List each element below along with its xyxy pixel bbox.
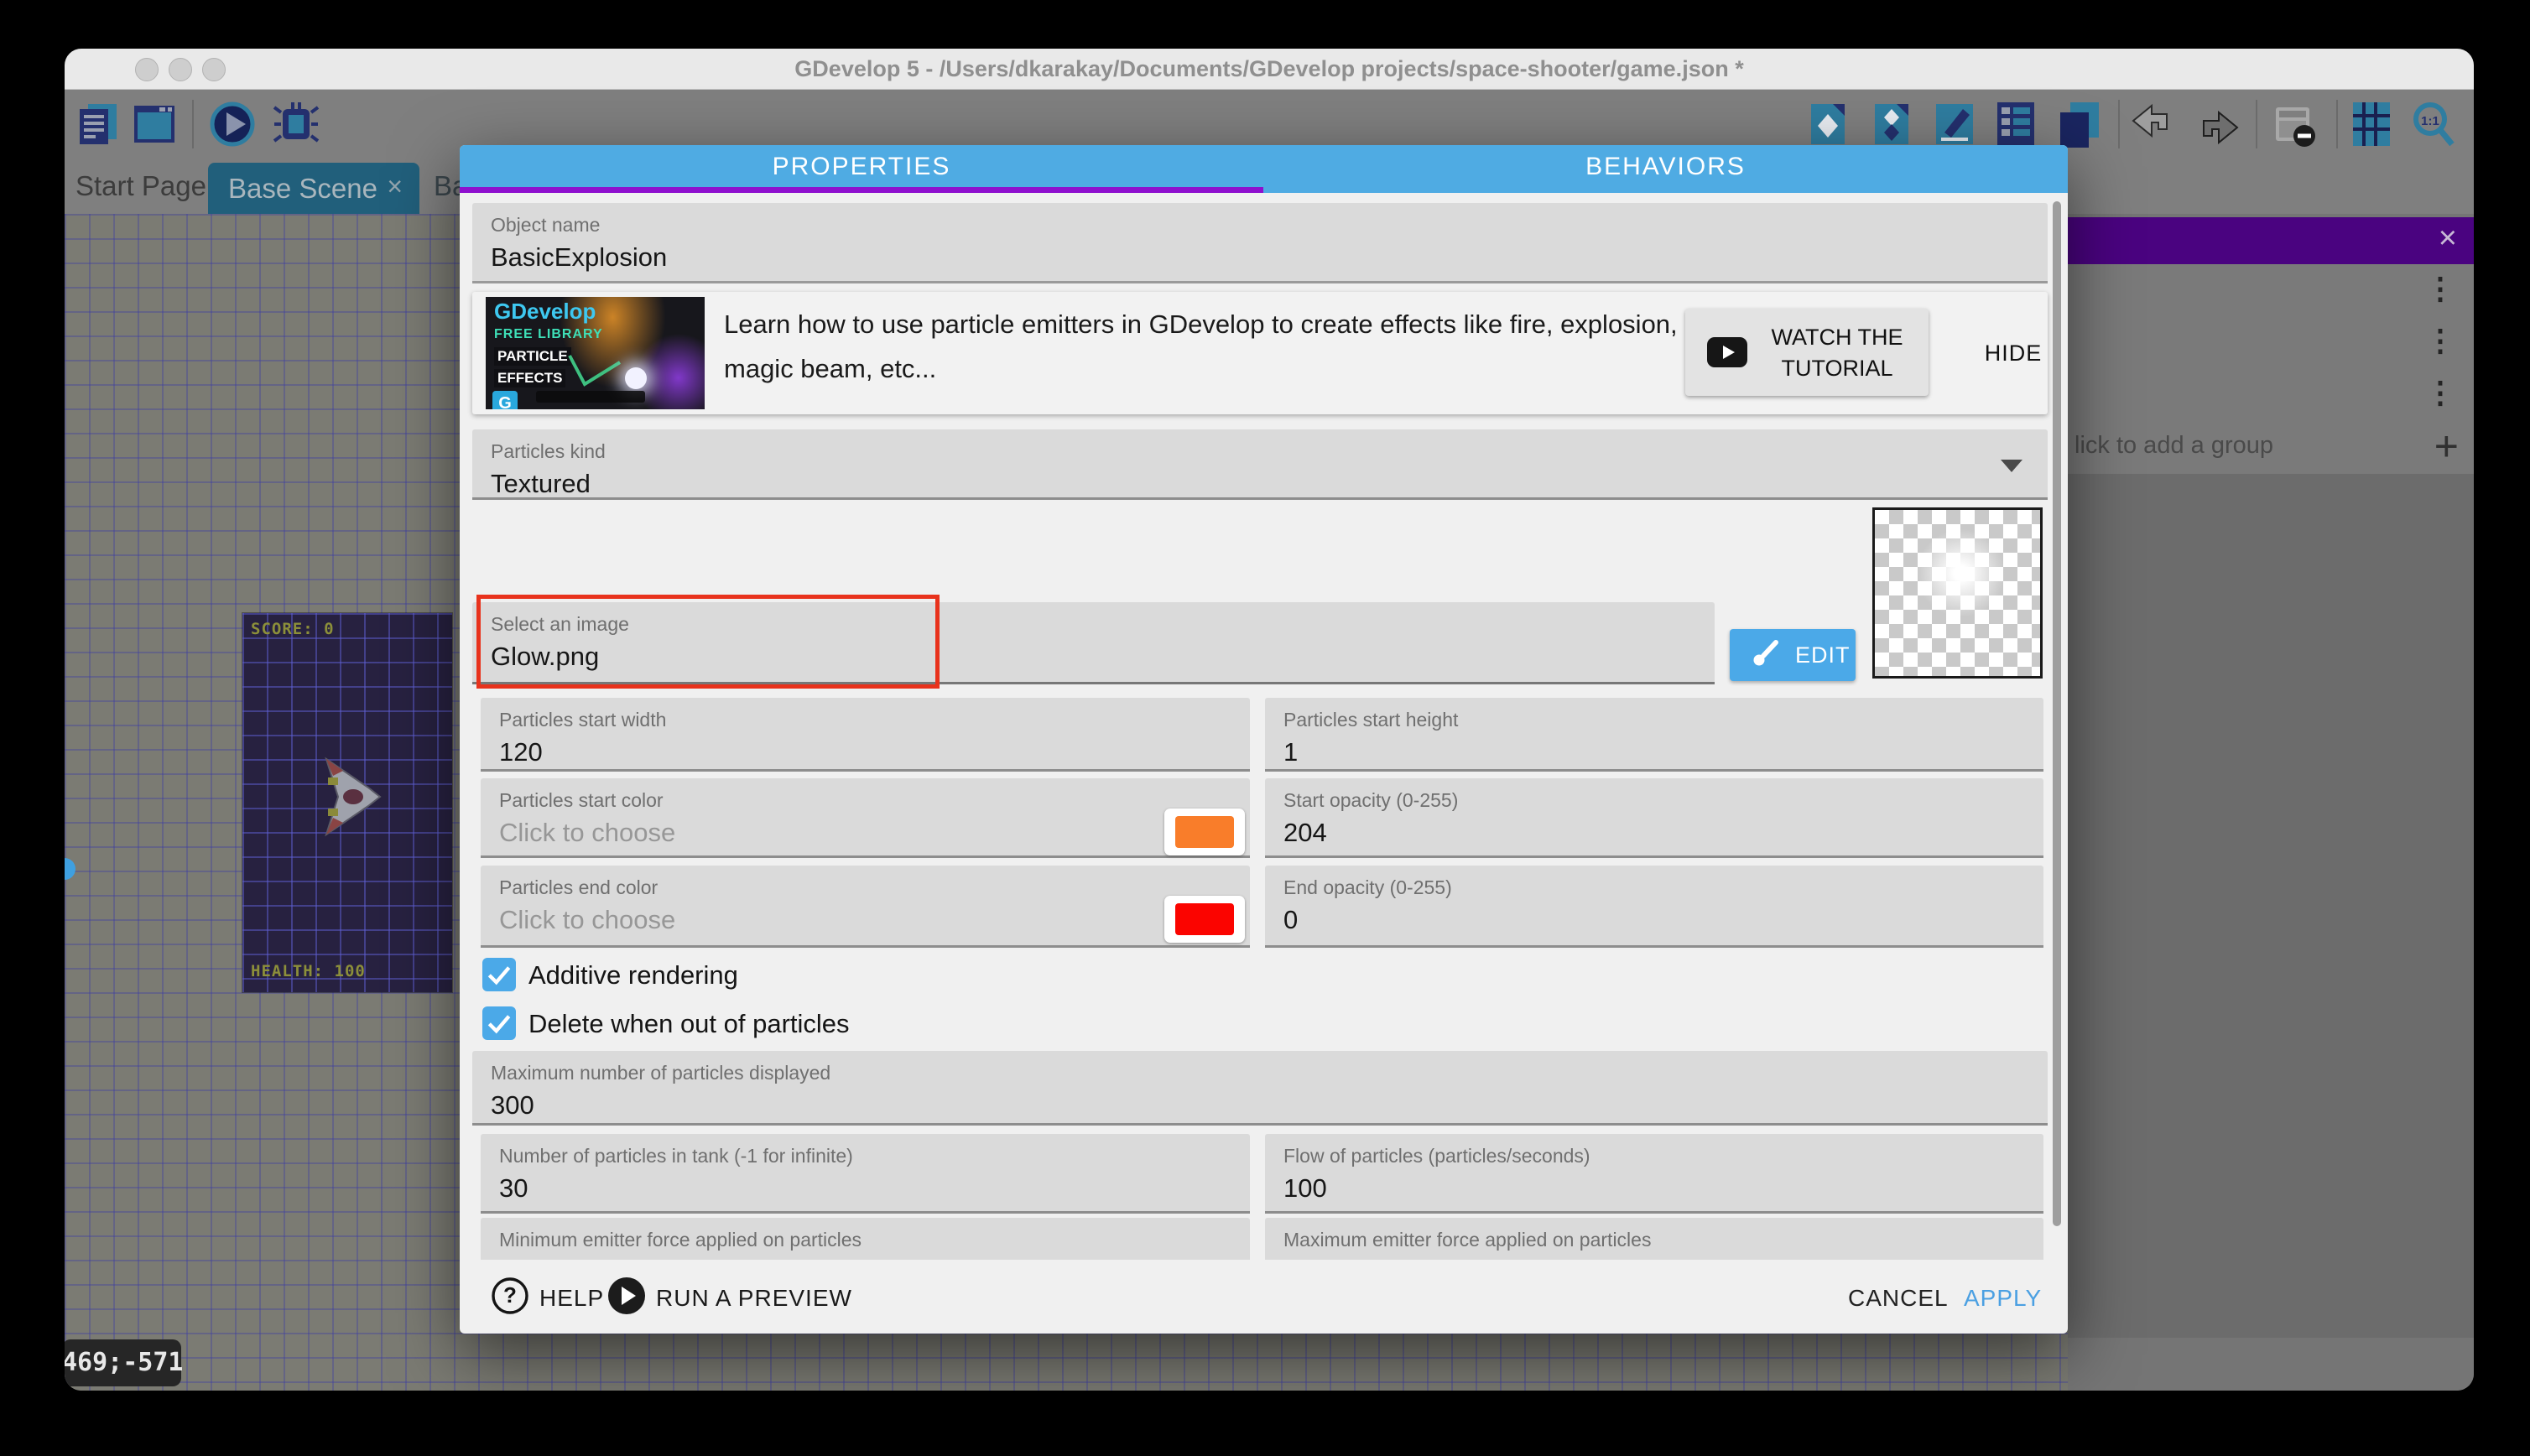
kebab-menu-icon[interactable]: ⋮: [2425, 323, 2455, 358]
run-preview-button[interactable]: RUN A PREVIEW: [656, 1285, 852, 1312]
health-text: HEALTH: 100: [251, 962, 366, 980]
start-opacity-field[interactable]: Start opacity (0-255) 204: [1265, 778, 2043, 858]
screenshot-root: GDevelop 5 - /Users/dkarakay/Documents/G…: [0, 0, 2530, 1456]
undo-icon[interactable]: [2130, 101, 2177, 148]
add-group-row[interactable]: lick to add a group +: [2068, 420, 2474, 475]
brush-icon: [1752, 639, 1780, 668]
object-name-field[interactable]: Object name BasicExplosion: [472, 203, 2048, 283]
close-icon[interactable]: ×: [2439, 221, 2457, 257]
toolbar-separator: [2118, 100, 2120, 148]
glow-decoration: [625, 367, 647, 389]
add-group-label: lick to add a group: [2074, 432, 2273, 460]
tab-behaviors[interactable]: BEHAVIORS: [1263, 145, 2068, 193]
project-manager-icon[interactable]: [76, 101, 123, 148]
objects-panel: × ⋮ ⋮ ⋮ lick to add a group + Search: [2068, 214, 2474, 1391]
toggle-grid-icon[interactable]: [2348, 101, 2395, 148]
end-color-swatch[interactable]: [1164, 896, 1245, 943]
end-color-field[interactable]: Particles end color Click to choose: [481, 866, 1250, 948]
cursor-coordinates-badge: 469;-571: [65, 1339, 181, 1386]
toggle-mask-icon[interactable]: [2271, 101, 2318, 148]
tab-start-page[interactable]: Start Page: [75, 170, 206, 202]
tab-close-icon[interactable]: ×: [387, 171, 403, 202]
debug-icon[interactable]: [273, 101, 320, 148]
min-force-field[interactable]: Minimum emitter force applied on particl…: [481, 1218, 1250, 1260]
delete-when-out-label[interactable]: Delete when out of particles: [528, 1009, 850, 1039]
help-icon[interactable]: ?: [491, 1277, 529, 1315]
max-force-field[interactable]: Maximum emitter force applied on particl…: [1265, 1218, 2043, 1260]
tutorial-banner: GDevelop FREE LIBRARY PARTICLE EFFECTS G…: [472, 292, 2048, 414]
start-color-field[interactable]: Particles start color Click to choose: [481, 778, 1250, 858]
kebab-menu-icon[interactable]: ⋮: [2425, 375, 2455, 410]
toolbar-separator: [192, 100, 194, 148]
max-particles-field[interactable]: Maximum number of particles displayed 30…: [472, 1051, 2048, 1126]
cancel-button[interactable]: CANCEL: [1848, 1285, 1949, 1312]
panel-empty-area: [2068, 474, 2474, 1338]
start-height-field[interactable]: Particles start height 1: [1265, 698, 2043, 772]
edit-properties-icon[interactable]: [1931, 101, 1978, 148]
redo-icon[interactable]: [2194, 101, 2241, 148]
panel-header: ×: [2068, 217, 2474, 264]
game-viewport: SCORE: 0 HEALTH: 100: [242, 613, 452, 992]
kebab-menu-icon[interactable]: ⋮: [2425, 271, 2455, 306]
particle-texture-preview: [1872, 507, 2043, 679]
window-title: GDevelop 5 - /Users/dkarakay/Documents/G…: [65, 56, 2474, 82]
edit-image-button[interactable]: EDIT: [1730, 629, 1856, 681]
youtube-play-icon: [1707, 337, 1747, 367]
check-icon: [482, 958, 516, 991]
score-text: SCORE: 0: [251, 620, 335, 638]
objects-editor-icon[interactable]: [1804, 101, 1851, 148]
help-button[interactable]: HELP: [539, 1285, 604, 1312]
toolbar-separator: [2336, 100, 2338, 148]
plus-icon[interactable]: +: [2434, 422, 2459, 471]
dialog-scrollbar[interactable]: [2053, 201, 2061, 1226]
additive-rendering-checkbox[interactable]: [482, 958, 516, 991]
object-row[interactable]: ⋮: [2068, 368, 2474, 421]
tutorial-text: Learn how to use particle emitters in GD…: [724, 302, 1697, 391]
annotation-highlight-box: [476, 595, 940, 689]
svg-text:?: ?: [503, 1282, 517, 1308]
open-window-icon[interactable]: [131, 101, 178, 148]
toolbar-separator: [2256, 100, 2257, 148]
object-properties-dialog: PROPERTIES BEHAVIORS Object name BasicEx…: [460, 145, 2068, 1334]
start-color-swatch[interactable]: [1164, 809, 1245, 855]
tank-field[interactable]: Number of particles in tank (-1 for infi…: [481, 1134, 1250, 1214]
check-icon: [482, 1006, 516, 1040]
end-opacity-field[interactable]: End opacity (0-255) 0: [1265, 866, 2043, 948]
delete-when-out-checkbox[interactable]: [482, 1006, 516, 1040]
tutorial-thumbnail[interactable]: GDevelop FREE LIBRARY PARTICLE EFFECTS G: [486, 297, 705, 409]
svg-text:1:1: 1:1: [2421, 114, 2439, 128]
tab-base-scene[interactable]: Base Scene ×: [208, 163, 419, 214]
scroll-handle-dot[interactable]: [65, 858, 75, 880]
watch-tutorial-button[interactable]: WATCH THETUTORIAL: [1685, 309, 1929, 396]
object-row[interactable]: ⋮: [2068, 264, 2474, 317]
thumbnail-caption-strip: [536, 391, 645, 403]
object-row[interactable]: ⋮: [2068, 316, 2474, 369]
run-preview-icon[interactable]: [607, 1277, 646, 1315]
zoom-1-1-icon[interactable]: 1:1: [2410, 101, 2457, 148]
chevron-down-icon[interactable]: [2001, 460, 2022, 472]
layers-editor-icon[interactable]: [2055, 101, 2102, 148]
arrow-decoration: [566, 347, 625, 389]
additive-rendering-label[interactable]: Additive rendering: [528, 960, 738, 991]
title-bar: GDevelop 5 - /Users/dkarakay/Documents/G…: [65, 49, 2474, 90]
play-icon[interactable]: [209, 101, 256, 148]
dialog-footer: ? HELP RUN A PREVIEW CANCEL APPLY: [460, 1262, 2068, 1334]
particles-kind-select[interactable]: Particles kind Textured: [472, 429, 2048, 500]
start-width-field[interactable]: Particles start width 120: [481, 698, 1250, 772]
object-groups-editor-icon[interactable]: [1868, 101, 1915, 148]
spaceship-sprite: [321, 754, 383, 840]
instances-list-icon[interactable]: [1992, 101, 2039, 148]
flow-field[interactable]: Flow of particles (particles/seconds) 10…: [1265, 1134, 2043, 1214]
hide-banner-button[interactable]: HIDE: [1976, 292, 2051, 414]
tab-properties[interactable]: PROPERTIES: [460, 145, 1263, 193]
apply-button[interactable]: APPLY: [1964, 1285, 2042, 1312]
gdevelop-logo: G: [492, 391, 518, 409]
